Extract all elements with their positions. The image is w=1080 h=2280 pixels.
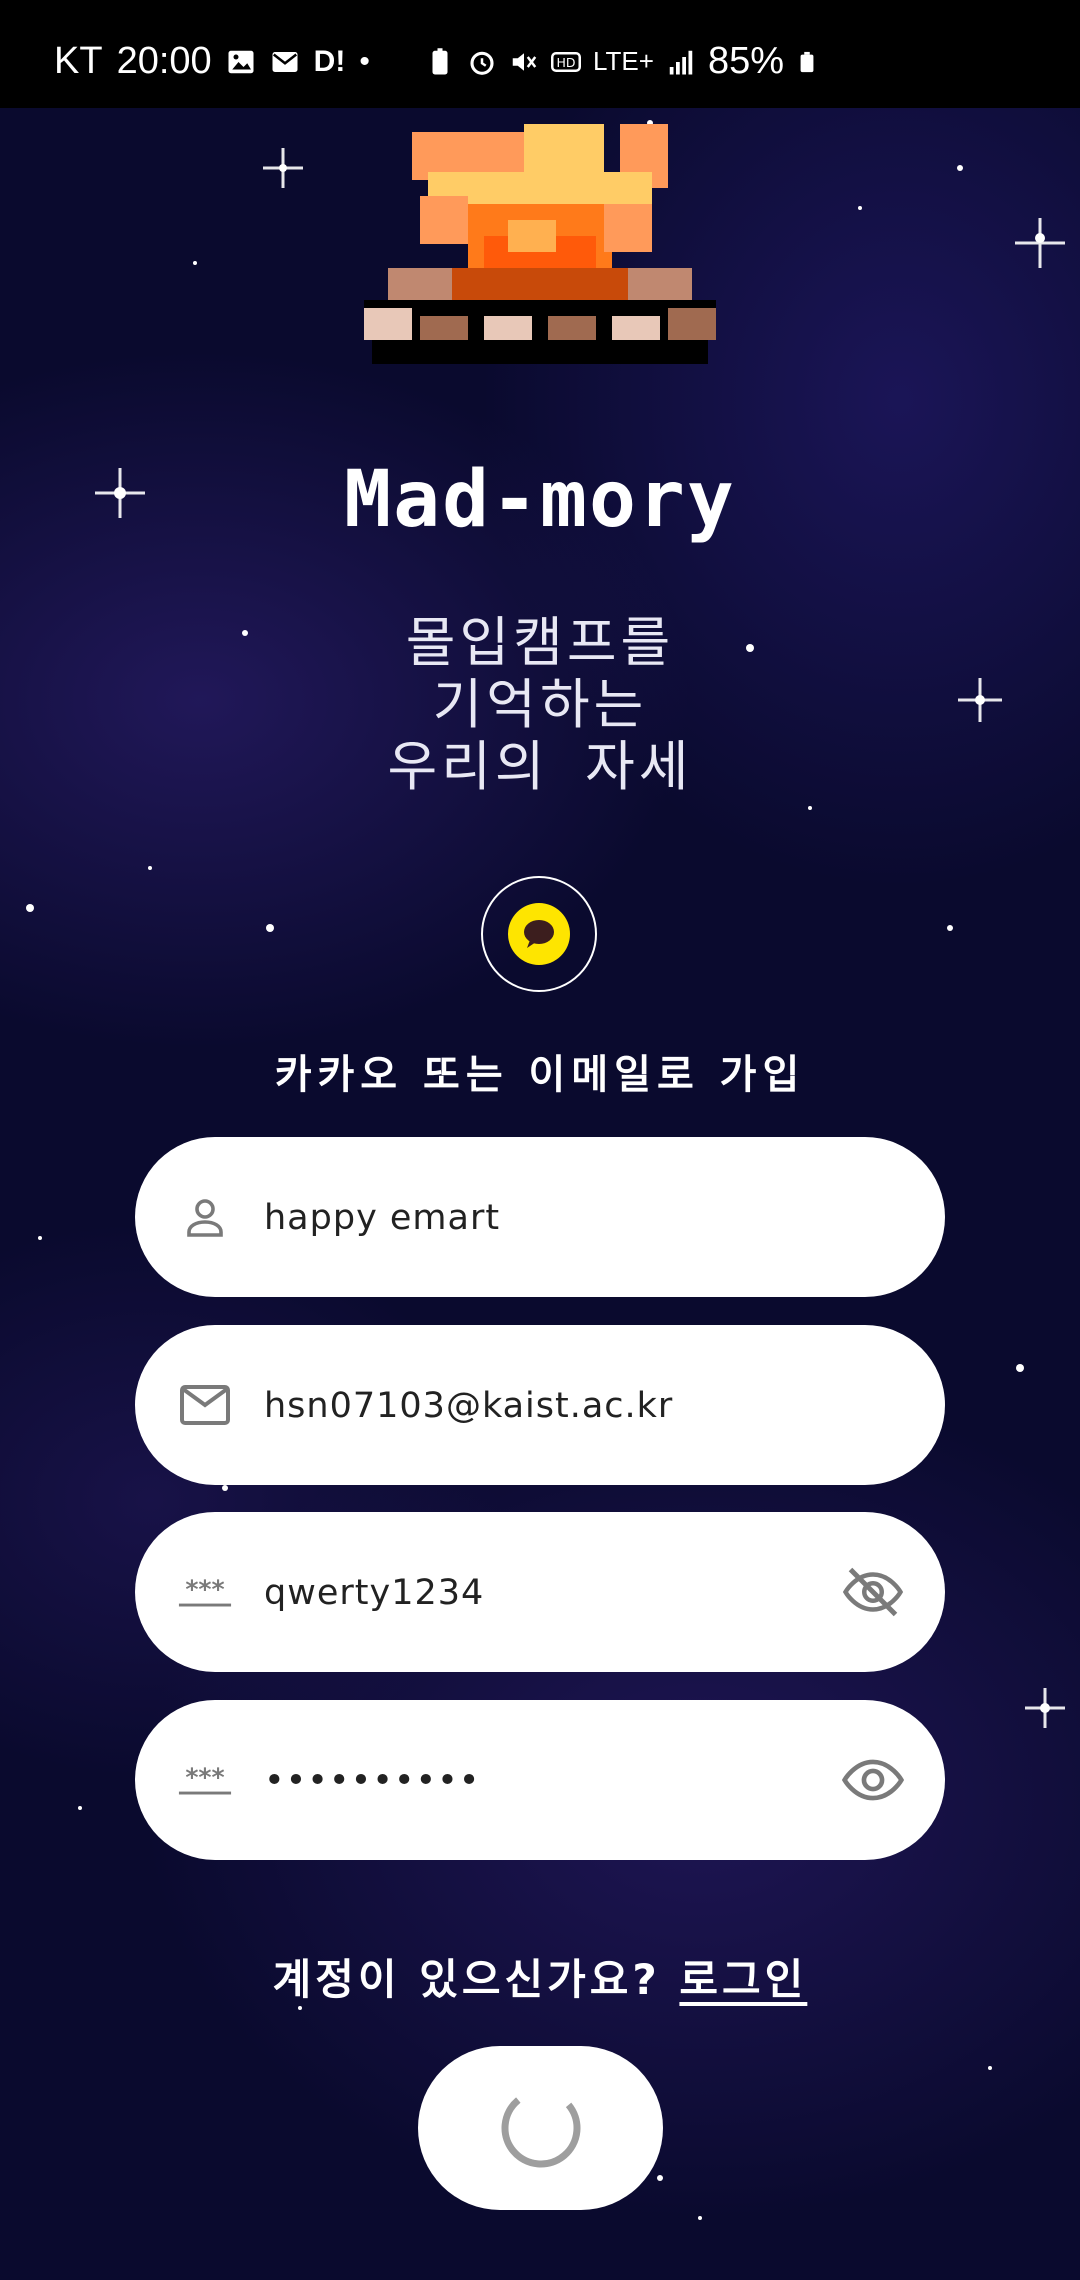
mail-notification-icon (272, 51, 298, 72)
email-field[interactable] (135, 1325, 945, 1487)
name-input[interactable] (262, 1137, 826, 1299)
tagline: 몰입캠프를 기억하는 우리의 자세 (0, 612, 1080, 798)
gallery-icon (228, 50, 254, 73)
battery-saver-icon (432, 47, 448, 74)
name-field[interactable] (135, 1137, 945, 1299)
password-icon: *** (177, 1752, 233, 1808)
person-icon (177, 1189, 233, 1245)
kakao-login-button[interactable] (481, 876, 597, 992)
tagline-line-2: 기억하는 (432, 673, 648, 736)
mail-icon (177, 1377, 233, 1433)
login-link[interactable]: 로그인 (679, 1955, 807, 2004)
battery-percent: 85% (707, 40, 784, 82)
network-type: LTE+ (593, 46, 654, 76)
password-input[interactable] (262, 1512, 826, 1674)
svg-text:HD: HD (556, 55, 575, 70)
email-input[interactable] (262, 1325, 826, 1487)
app-notification-icon: D! (313, 44, 346, 78)
eye-icon[interactable] (841, 1754, 905, 1806)
password-field[interactable]: *** (135, 1512, 945, 1674)
clock: 20:00 (116, 40, 212, 82)
password-icon: *** (177, 1564, 233, 1620)
kakao-talk-icon (524, 920, 554, 948)
tagline-line-1: 몰입캠프를 (405, 611, 675, 674)
login-prompt: 계정이 있으신가요? 로그인 (0, 1946, 1080, 2007)
confirm-password-field[interactable]: *** (135, 1700, 945, 1862)
password-mask-glyph: *** (185, 1575, 224, 1604)
status-bar-right: HD LTE+ 85% (425, 40, 818, 83)
more-notifications-icon: • (359, 44, 370, 78)
status-bar: KT 20:00 D! • HD LTE+ 85% (0, 0, 1080, 108)
signup-method-label: 카카오 또는 이메일로 가입 (274, 1052, 806, 1098)
battery-icon (800, 51, 814, 72)
login-prompt-text: 계정이 있으신가요? (272, 1955, 680, 2004)
campfire-logo (364, 124, 716, 364)
status-bar-left: KT 20:00 D! • (54, 40, 370, 83)
signal-icon (669, 50, 693, 74)
alarm-icon (470, 51, 494, 75)
carrier-label: KT (54, 40, 103, 82)
hd-voice-icon: HD (551, 51, 581, 72)
loading-spinner-icon (501, 2088, 580, 2168)
signup-submit-button[interactable] (418, 2046, 663, 2210)
kakao-badge (508, 903, 570, 965)
tagline-line-3: 우리의 자세 (387, 735, 693, 798)
confirm-mask-glyph: *** (185, 1763, 224, 1792)
mute-icon (512, 52, 537, 71)
confirm-password-input[interactable] (262, 1700, 826, 1862)
eye-off-icon[interactable] (841, 1566, 905, 1618)
app-title: Mad-mory (344, 455, 736, 545)
